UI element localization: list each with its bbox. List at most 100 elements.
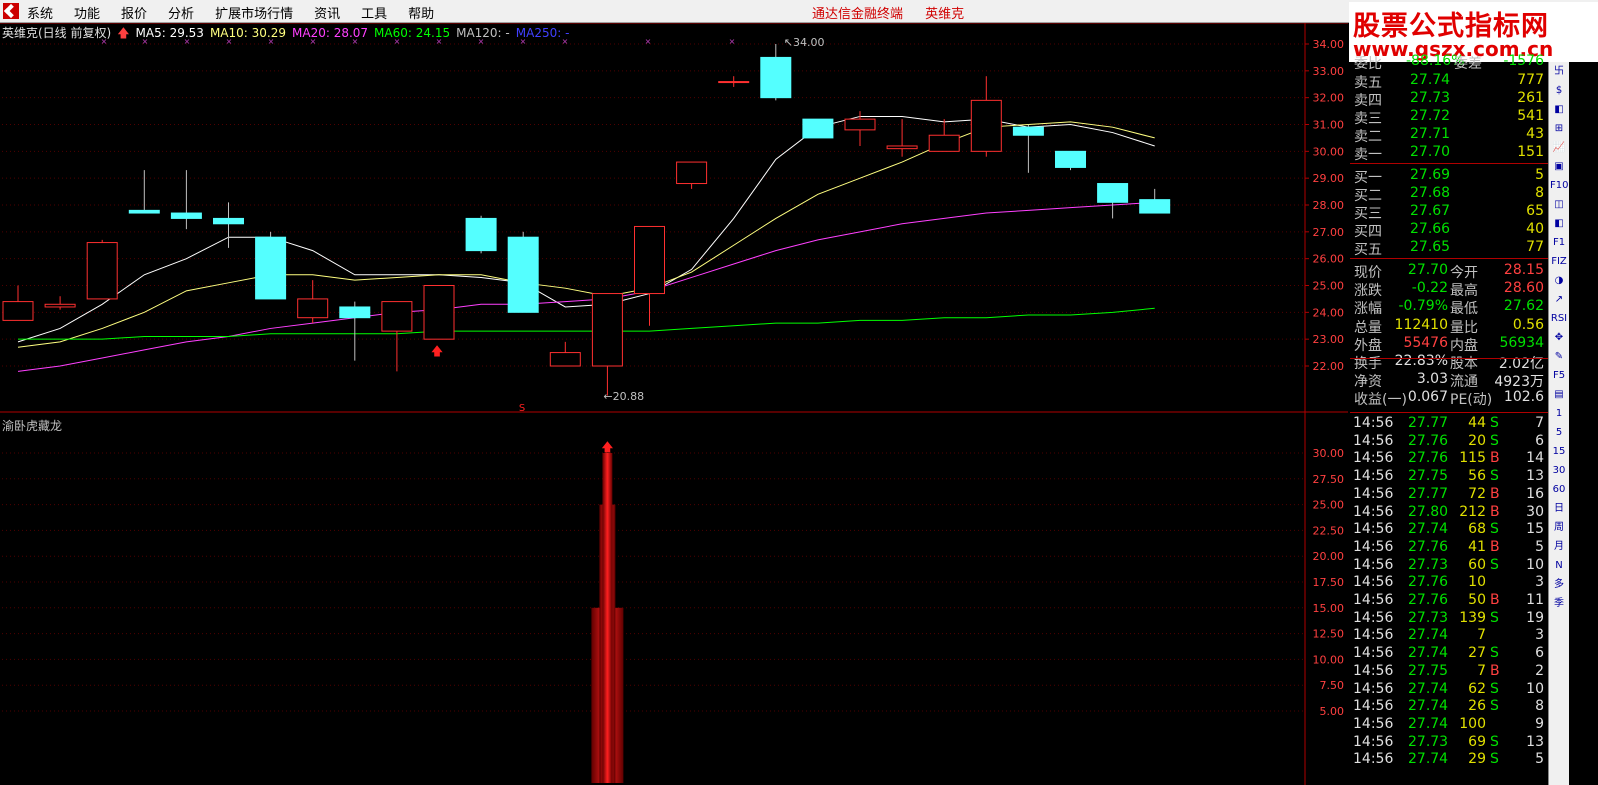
toolbar-button-7[interactable]: ◫ [1550, 196, 1568, 214]
toolbar-button-14[interactable]: ✥ [1550, 329, 1568, 347]
stat-label: 现价 [1354, 265, 1382, 281]
indicator-arrow-icon: 🡅 [601, 440, 613, 454]
menu-items: 系统 功能 报价 分析 扩展市场行情 资讯 工具 帮助 [27, 3, 455, 22]
toolbar-button-9[interactable]: F1 [1550, 234, 1568, 252]
tick-volume: 10 [1468, 574, 1486, 591]
stock-title: 英维克 [925, 7, 965, 22]
toolbar-button-20[interactable]: 15 [1550, 443, 1568, 461]
ind-label-2: 25.00 [1313, 499, 1345, 512]
toolbar-button-19[interactable]: 5 [1550, 424, 1568, 442]
menu-item-1[interactable]: 功能 [74, 3, 100, 22]
tick-price: 27.74 [1408, 627, 1449, 644]
toolbar-button-24[interactable]: 周 [1550, 519, 1568, 537]
app-title: 通达信金融终端 [812, 7, 904, 22]
stat-label-2: 量比 [1450, 319, 1478, 336]
menu-item-5[interactable]: 资讯 [314, 3, 340, 22]
weibi-label: 委比 [1354, 56, 1382, 72]
stat-value: 55476 [1403, 334, 1448, 351]
tick-row-17: 14:56 27.74 100 9 [1350, 716, 1548, 734]
candle-body-6 [255, 236, 287, 300]
kline-chart[interactable]: 34.00 33.00 32.00 31.00 30.00 29.00 28.00 27.00… [0, 23, 1348, 785]
toolbar-button-8[interactable]: ◧ [1550, 215, 1568, 233]
tick-volume: 68 [1468, 521, 1486, 538]
sell-label: 卖五 [1354, 75, 1382, 91]
toolbar-button-28[interactable]: 季 [1550, 595, 1568, 613]
tick-row-7: 14:56 27.76 41 B 5 [1350, 539, 1548, 557]
toolbar-button-2[interactable]: ◧ [1550, 101, 1568, 119]
menu-item-7[interactable]: 帮助 [408, 3, 434, 22]
menu-item-0[interactable]: 系统 [27, 3, 53, 22]
toolbar-button-15[interactable]: ✎ [1550, 348, 1568, 366]
toolbar-button-17[interactable]: ▤ [1550, 386, 1568, 404]
tick-row-11: 14:56 27.73 139 S 19 [1350, 610, 1548, 628]
stat-label-2: 最低 [1450, 301, 1478, 318]
tick-count: 6 [1535, 432, 1544, 449]
toolbar-button-21[interactable]: 30 [1550, 462, 1568, 480]
tick-volume: 44 [1468, 415, 1486, 431]
toolbar-button-1[interactable]: $ [1550, 82, 1568, 100]
tick-count: 9 [1535, 715, 1544, 732]
buy-label: 买四 [1354, 224, 1382, 240]
stat-value: 22.83% [1394, 353, 1448, 369]
sell-label: 卖三 [1354, 111, 1382, 127]
candle-body-23 [970, 99, 1002, 152]
toolbar-button-3[interactable]: ⊞ [1550, 120, 1568, 138]
buy-row-3: 买四 27.66 40 [1350, 221, 1548, 240]
toolbar-button-25[interactable]: 月 [1550, 538, 1568, 556]
menu-item-2[interactable]: 报价 [121, 3, 147, 22]
price-label-7: 27.00 [1313, 226, 1345, 239]
toolbar-button-12[interactable]: ↗ [1550, 291, 1568, 309]
price-label-2: 32.00 [1313, 92, 1345, 105]
toolbar-button-4[interactable]: 📈 [1550, 139, 1568, 157]
price-label-5: 29.00 [1313, 172, 1345, 185]
toolbar-button-0[interactable]: 卐 [1550, 63, 1568, 81]
tick-row-1: 14:56 27.76 20 S 6 [1350, 433, 1548, 451]
tick-time: 14:56 [1353, 432, 1394, 449]
tick-time: 14:56 [1353, 503, 1394, 520]
sell-price: 27.73 [1410, 90, 1451, 106]
toolbar-button-23[interactable]: 日 [1550, 500, 1568, 518]
toolbar-button-11[interactable]: ◑ [1550, 272, 1568, 290]
tick-side: S [1490, 609, 1499, 626]
menu-item-4[interactable]: 扩展市场行情 [215, 3, 293, 22]
menu-item-6[interactable]: 工具 [361, 3, 387, 22]
toolbar-button-6[interactable]: F10 [1550, 177, 1568, 195]
toolbar-button-16[interactable]: F5 [1550, 367, 1568, 385]
tick-time: 14:56 [1353, 609, 1394, 626]
ma-labels: MA5: 29.53 MA10: 30.29 MA20: 28.07 MA60: 24… [136, 26, 576, 40]
quote-panel: 委比 -88.16% 委差 -1576 卖五 27.74 777 卖四 27.73 261 卖三 27… [1350, 53, 1548, 785]
stat-label: 外盘 [1354, 337, 1382, 354]
stat-value: 0.067 [1407, 389, 1448, 406]
toolbar-button-5[interactable]: ▣ [1550, 158, 1568, 176]
tick-row-13: 14:56 27.74 27 S 6 [1350, 645, 1548, 663]
buy-row-0: 买一 27.69 5 [1350, 167, 1548, 186]
stat-label-2: 内盘 [1450, 337, 1478, 354]
price-label-1: 33.00 [1313, 65, 1345, 78]
stat-label-2: 股本 [1450, 356, 1478, 372]
candle-body-9 [381, 301, 413, 332]
toolbar-button-27[interactable]: 多 [1550, 576, 1568, 594]
tick-side: B [1490, 485, 1500, 502]
stat-label: 总量 [1354, 319, 1382, 336]
ind-label-5: 17.50 [1313, 576, 1345, 589]
tick-price: 27.74 [1408, 680, 1449, 697]
candle-body-24 [1012, 126, 1044, 136]
sell-volume: 261 [1517, 90, 1544, 106]
panel-separator-0 [1350, 163, 1548, 164]
candle-body-5 [213, 217, 244, 225]
toolbar-button-10[interactable]: FIZ [1550, 253, 1568, 271]
toolbar-button-26[interactable]: N [1550, 557, 1568, 575]
buy-price: 27.67 [1410, 203, 1451, 219]
price-label-3: 31.00 [1313, 119, 1345, 132]
toolbar-button-22[interactable]: 60 [1550, 481, 1568, 499]
toolbar-button-13[interactable]: RSI [1550, 310, 1568, 328]
menu-item-3[interactable]: 分析 [168, 3, 194, 22]
candle-body-10 [423, 285, 455, 340]
tick-price: 27.73 [1408, 733, 1449, 750]
tick-count: 10 [1526, 680, 1544, 697]
tick-price: 27.74 [1408, 645, 1449, 662]
weicha-label: 委差 [1454, 56, 1482, 72]
tick-side: S [1490, 468, 1499, 485]
toolbar-button-18[interactable]: 1 [1550, 405, 1568, 423]
candle-body-14 [591, 293, 623, 367]
